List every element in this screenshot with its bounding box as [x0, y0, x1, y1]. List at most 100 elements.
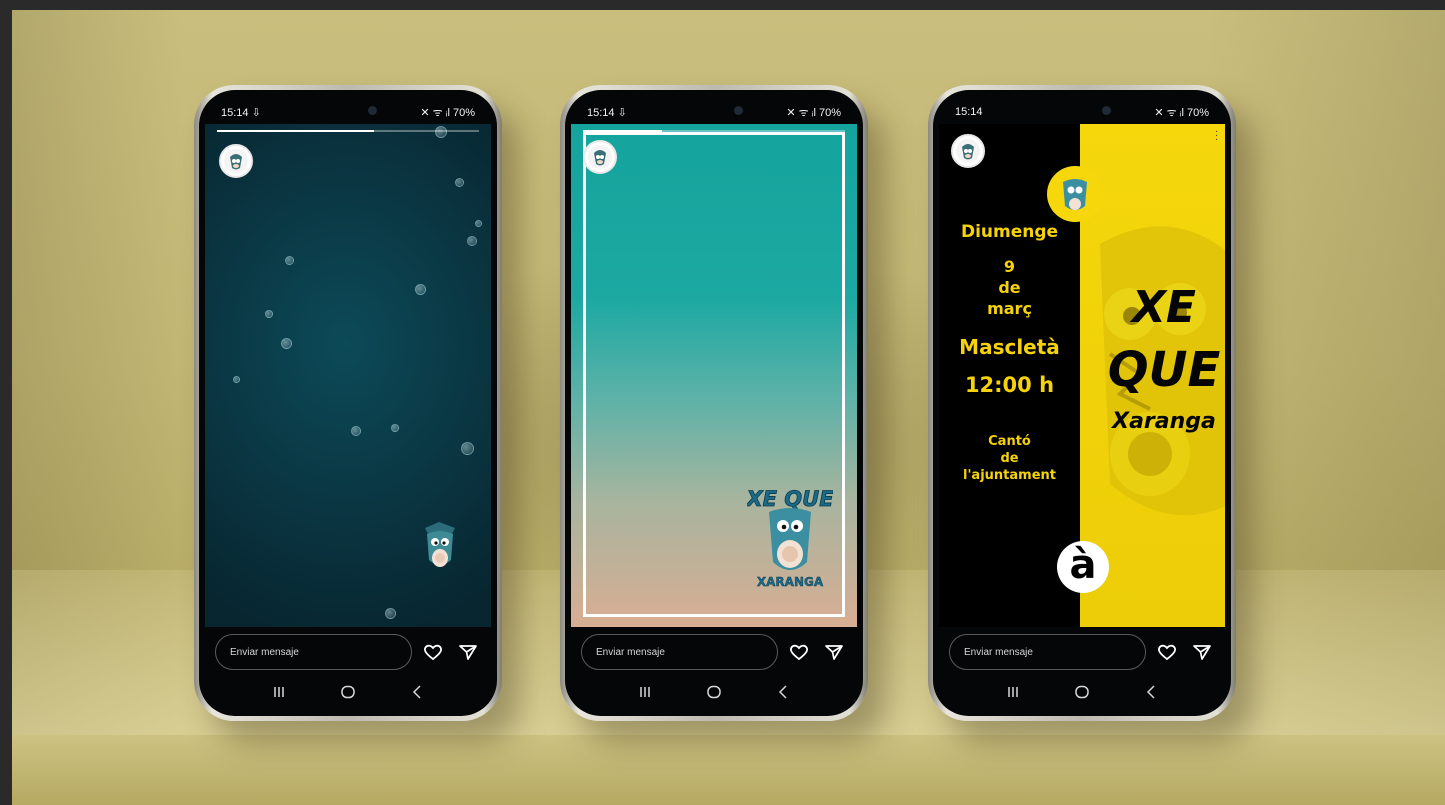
- poster-date-day: 9: [1003, 257, 1016, 276]
- notch: [298, 100, 398, 124]
- android-nav-bar: [939, 678, 1225, 706]
- poster-title-xaranga: Xaranga: [1112, 409, 1216, 434]
- story-reply-bar: [939, 630, 1225, 674]
- bubble: [391, 424, 399, 432]
- send-icon: [458, 645, 477, 660]
- poster-title-xe: XE: [1132, 282, 1196, 333]
- bubble: [467, 236, 477, 246]
- poster-event-name: Mascletà: [959, 335, 1060, 359]
- phone-1: 15:14 ⇩ ✕ ᯤ ᵢl 70%: [194, 85, 502, 721]
- bubble: [461, 442, 474, 455]
- back-icon: [412, 685, 421, 699]
- phone-3-screen: 15:14 ✕ ᯤ ᵢl 70% · · · Diumenge 9 de mar…: [933, 90, 1231, 716]
- like-button[interactable]: [420, 638, 447, 666]
- status-right: ✕ ᯤ ᵢl 70%: [1154, 106, 1209, 119]
- bubble: [281, 338, 292, 349]
- poster-date-month: març: [987, 299, 1032, 318]
- back-button[interactable]: [771, 682, 795, 702]
- status-left: 15:14 ⇩: [587, 106, 627, 119]
- home-button[interactable]: [1070, 682, 1094, 702]
- poster-date: 9 de març: [939, 256, 1080, 319]
- poster-title-que: QUE: [1107, 342, 1221, 398]
- bubble: [351, 426, 361, 436]
- heart-icon: [790, 644, 809, 661]
- svg-text:XARANGA: XARANGA: [757, 575, 824, 589]
- bubble: [233, 376, 240, 383]
- send-message-input[interactable]: [215, 634, 412, 670]
- android-nav-bar: [205, 678, 491, 706]
- story-3-content[interactable]: · · · Diumenge 9 de març Mascletà 12:00 …: [939, 124, 1225, 627]
- story-progress-fill: [583, 130, 662, 132]
- story-reply-bar: [205, 630, 491, 674]
- phone-2: 15:14 ⇩ ✕ ᯤ ᵢl 70% XE QUE XARANGA Enviar…: [560, 85, 868, 721]
- recents-button[interactable]: [633, 682, 657, 702]
- recents-button[interactable]: [267, 682, 291, 702]
- status-left: 15:14 ⇩: [221, 106, 261, 119]
- share-button[interactable]: [1188, 638, 1215, 666]
- like-button[interactable]: [1154, 638, 1181, 666]
- poster-day: Diumenge: [960, 222, 1059, 242]
- status-left: 15:14: [955, 106, 983, 118]
- poster-location-line1: Cantó: [988, 434, 1031, 449]
- bubble: [475, 220, 482, 227]
- poster-location: Cantó de l'ajuntament: [939, 433, 1080, 484]
- home-icon: [1075, 685, 1089, 699]
- front-camera: [368, 106, 377, 115]
- recents-button[interactable]: [1001, 682, 1025, 702]
- front-camera: [1102, 106, 1111, 115]
- story-2-content[interactable]: XE QUE XARANGA: [571, 124, 857, 627]
- like-button[interactable]: [786, 638, 813, 666]
- mascot-avatar-icon: [956, 139, 980, 163]
- xe-que-xaranga-logo-icon: XE QUE XARANGA: [747, 487, 833, 590]
- mascot-avatar-icon: [224, 149, 248, 173]
- profile-avatar[interactable]: [583, 140, 617, 174]
- story-reply-bar: [571, 630, 857, 674]
- send-message-input[interactable]: [581, 634, 778, 670]
- poster-location-line2: de: [1000, 451, 1019, 466]
- bubble: [265, 310, 273, 318]
- status-time: 15:14: [221, 106, 249, 119]
- xe-que-badge-icon: [1047, 166, 1103, 222]
- profile-avatar[interactable]: [219, 144, 253, 178]
- mascot-avatar-icon: [588, 145, 612, 169]
- poster-band-title: XE QUE Xaranga: [1089, 278, 1225, 442]
- send-message-input[interactable]: [949, 634, 1146, 670]
- poster-location-line3: l'ajuntament: [963, 468, 1056, 483]
- shelf-front: [12, 735, 1445, 805]
- share-button[interactable]: [454, 638, 481, 666]
- send-icon: [824, 645, 843, 660]
- download-icon: ⇩: [251, 106, 261, 119]
- notch: [664, 100, 764, 124]
- story-progress-fill: [217, 130, 375, 132]
- share-button[interactable]: [820, 638, 847, 666]
- logo-lettering-bottom: XARANGA: [757, 575, 824, 589]
- logo-lettering-top: XE QUE: [747, 487, 833, 512]
- profile-avatar[interactable]: [951, 134, 985, 168]
- heart-icon: [1158, 644, 1177, 661]
- recents-icon: [1008, 687, 1019, 697]
- home-button[interactable]: [336, 682, 360, 702]
- send-icon: [1192, 645, 1211, 660]
- back-button[interactable]: [405, 682, 429, 702]
- bubble: [435, 126, 447, 138]
- recents-icon: [274, 687, 285, 697]
- bubble: [415, 284, 426, 295]
- heart-icon: [424, 644, 443, 661]
- bubble: [385, 608, 396, 619]
- svg-text:XE QUE: XE QUE: [747, 487, 833, 511]
- status-right: ✕ ᯤ ᵢl 70%: [420, 106, 475, 119]
- notch: [1032, 100, 1132, 124]
- front-camera: [734, 106, 743, 115]
- back-button[interactable]: [1139, 682, 1163, 702]
- recents-icon: [640, 687, 651, 697]
- poster-event-info: Diumenge 9 de març Mascletà 12:00 h Cant…: [939, 222, 1080, 484]
- back-icon: [778, 685, 787, 699]
- more-options-icon[interactable]: · · ·: [1215, 127, 1219, 145]
- phone-2-screen: 15:14 ⇩ ✕ ᯤ ᵢl 70% XE QUE XARANGA Enviar…: [565, 90, 863, 716]
- android-nav-bar: [571, 678, 857, 706]
- home-button[interactable]: [702, 682, 726, 702]
- status-time: 15:14: [955, 106, 983, 118]
- back-icon: [1146, 685, 1155, 699]
- story-1-content[interactable]: [205, 124, 491, 627]
- phone-1-screen: 15:14 ⇩ ✕ ᯤ ᵢl 70%: [199, 90, 497, 716]
